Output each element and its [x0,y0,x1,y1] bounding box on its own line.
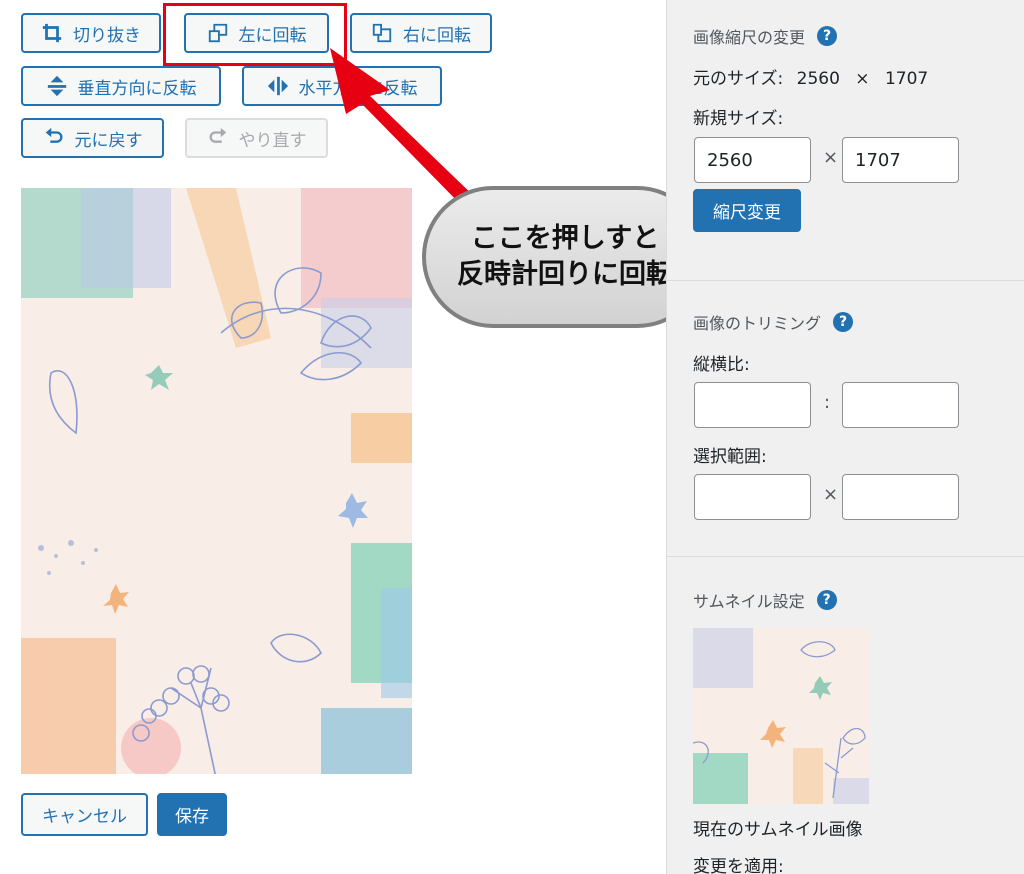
rotate-left-button[interactable]: 左に回転 [184,13,329,53]
crop-section-title: 画像のトリミング ? [693,310,854,334]
rotate-right-label: 右に回転 [403,25,471,46]
rotate-right-button[interactable]: 右に回転 [350,13,492,53]
undo-icon [45,127,62,143]
image-editor: 切り抜き 左に回転 右に回転 垂直方向に反転 水平方向に反転 元に戻す やり直す [0,0,1024,874]
rotate-left-label: 左に回転 [238,25,307,46]
selection-label: 選択範囲: [693,447,767,467]
new-width-input[interactable]: 2560 [694,137,811,183]
help-icon[interactable]: ? [817,26,838,46]
annotation-line-1: ここを押しすと [470,222,660,254]
scale-title-text: 画像縮尺の変更 [693,28,806,47]
new-size-label: 新規サイズ: [693,109,784,129]
redo-button[interactable]: やり直す [185,118,328,158]
help-icon[interactable]: ? [833,312,854,332]
section-divider [667,280,1024,281]
thumbnail-preview [693,628,869,804]
redo-icon [209,127,226,143]
original-size-label: 元のサイズ: [693,69,784,89]
new-size-separator: × [823,147,839,168]
scale-apply-button[interactable]: 縮尺変更 [693,189,801,232]
original-size-row: 元のサイズ: 2560 × 1707 [693,64,928,89]
aspect-ratio-label: 縦横比: [693,355,750,375]
flip-horizontal-label: 水平方向に反転 [298,78,418,99]
crop-button[interactable]: 切り抜き [21,13,161,53]
selection-separator: × [823,484,839,505]
undo-button[interactable]: 元に戻す [21,118,164,158]
scale-apply-label: 縮尺変更 [713,203,781,223]
cancel-button[interactable]: キャンセル [21,793,148,836]
new-height-input[interactable]: 1707 [842,137,959,183]
thumbnail-section-title: サムネイル設定 ? [693,588,837,612]
save-button[interactable]: 保存 [157,793,227,836]
settings-panel: 画像縮尺の変更 ? 元のサイズ: 2560 × 1707 新規サイズ: 2560… [666,0,1024,874]
aspect-width-input[interactable] [694,382,811,428]
undo-label: 元に戻す [74,130,143,151]
rotate-right-icon [372,23,392,43]
apply-changes-label: 変更を適用: [693,857,784,874]
section-divider [667,556,1024,557]
original-width: 2560 [796,69,840,89]
cancel-label: キャンセル [42,807,127,827]
thumbnail-artwork [693,628,869,804]
image-preview[interactable] [21,188,412,774]
original-times: × [855,69,870,89]
save-label: 保存 [175,807,209,827]
current-thumbnail-caption: 現在のサムネイル画像 [693,820,863,840]
flip-horizontal-button[interactable]: 水平方向に反転 [242,66,442,106]
aspect-height-input[interactable] [842,382,959,428]
flip-horizontal-icon [267,76,288,96]
redo-label: やり直す [238,130,307,151]
crop-label: 切り抜き [73,25,141,46]
aspect-separator: : [824,392,831,413]
selection-height-input[interactable] [842,474,959,520]
flip-vertical-label: 垂直方向に反転 [77,78,197,99]
help-icon[interactable]: ? [816,590,837,610]
flip-vertical-button[interactable]: 垂直方向に反転 [21,66,221,106]
crop-title-text: 画像のトリミング [693,314,822,333]
original-height: 1707 [884,69,929,89]
scale-section-title: 画像縮尺の変更 ? [693,24,838,48]
rotate-left-icon [208,23,227,43]
watercolor-artwork [21,188,412,774]
crop-icon [42,23,62,43]
selection-width-input[interactable] [694,474,811,520]
annotation-line-2: 反時計回りに回転 [457,259,673,290]
thumbnail-title-text: サムネイル設定 [693,592,805,611]
flip-vertical-icon [47,75,66,97]
